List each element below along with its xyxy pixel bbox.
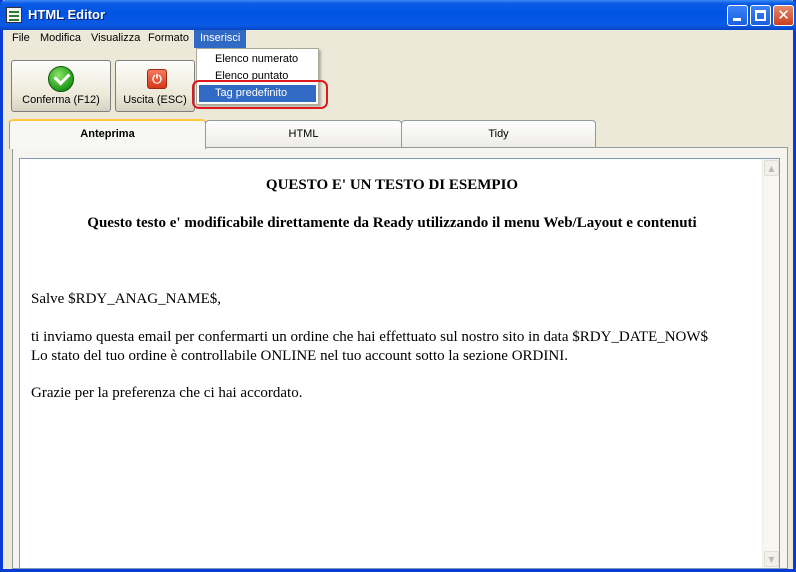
confirm-button-label: Conferma (F12) xyxy=(22,94,100,106)
document-subheading: Questo testo e' modificabile direttament… xyxy=(87,215,697,231)
menu-visualizza[interactable]: Visualizza xyxy=(85,30,146,48)
document-heading: QUESTO E' UN TESTO DI ESEMPIO xyxy=(265,177,519,193)
document-greeting: Salve $RDY_ANAG_NAME$, xyxy=(31,291,221,307)
minimize-icon xyxy=(733,18,741,21)
tab-tidy[interactable]: Tidy xyxy=(401,120,596,148)
maximize-button[interactable] xyxy=(750,5,771,26)
document-line-2: Lo stato del tuo ordine è controllabile … xyxy=(31,348,568,364)
scroll-up-icon[interactable]: ▲ xyxy=(764,160,779,176)
power-icon: ⏻ xyxy=(147,69,167,89)
menu-formato[interactable]: Formato xyxy=(142,30,195,48)
maximize-icon xyxy=(755,10,766,21)
check-circle-icon xyxy=(48,66,74,92)
vertical-scrollbar[interactable]: ▲ ▼ xyxy=(762,159,779,568)
exit-button-label: Uscita (ESC) xyxy=(123,94,187,106)
html-editor-window: HTML Editor ✕ File Modifica Visualizza F… xyxy=(0,0,796,572)
app-icon xyxy=(6,7,22,23)
scroll-down-icon[interactable]: ▼ xyxy=(764,551,779,567)
document-thanks: Grazie per la preferenza che ci hai acco… xyxy=(31,385,303,401)
document-line-1: ti inviamo questa email per confermarti … xyxy=(31,329,709,345)
menu-item-elenco-numerato[interactable]: Elenco numerato xyxy=(199,51,316,68)
menu-file[interactable]: File xyxy=(6,30,36,48)
tab-panel: QUESTO E' UN TESTO DI ESEMPIO Questo tes… xyxy=(12,147,788,569)
menu-modifica[interactable]: Modifica xyxy=(34,30,87,48)
close-button[interactable]: ✕ xyxy=(773,5,794,26)
window-title: HTML Editor xyxy=(28,7,106,22)
tab-html[interactable]: HTML xyxy=(205,120,402,148)
preview-pane[interactable]: QUESTO E' UN TESTO DI ESEMPIO Questo tes… xyxy=(19,158,780,569)
menu-inserisci[interactable]: Inserisci xyxy=(194,30,247,48)
menu-bar: File Modifica Visualizza Formato Inseris… xyxy=(3,30,793,48)
confirm-button[interactable]: Conferma (F12) xyxy=(11,60,111,112)
tab-anteprima[interactable]: Anteprima xyxy=(9,119,206,149)
title-bar[interactable]: HTML Editor ✕ xyxy=(0,0,796,30)
close-icon: ✕ xyxy=(777,6,790,24)
exit-button[interactable]: ⏻ Uscita (ESC) xyxy=(115,60,195,112)
minimize-button[interactable] xyxy=(727,5,748,26)
highlight-annotation xyxy=(192,80,328,109)
